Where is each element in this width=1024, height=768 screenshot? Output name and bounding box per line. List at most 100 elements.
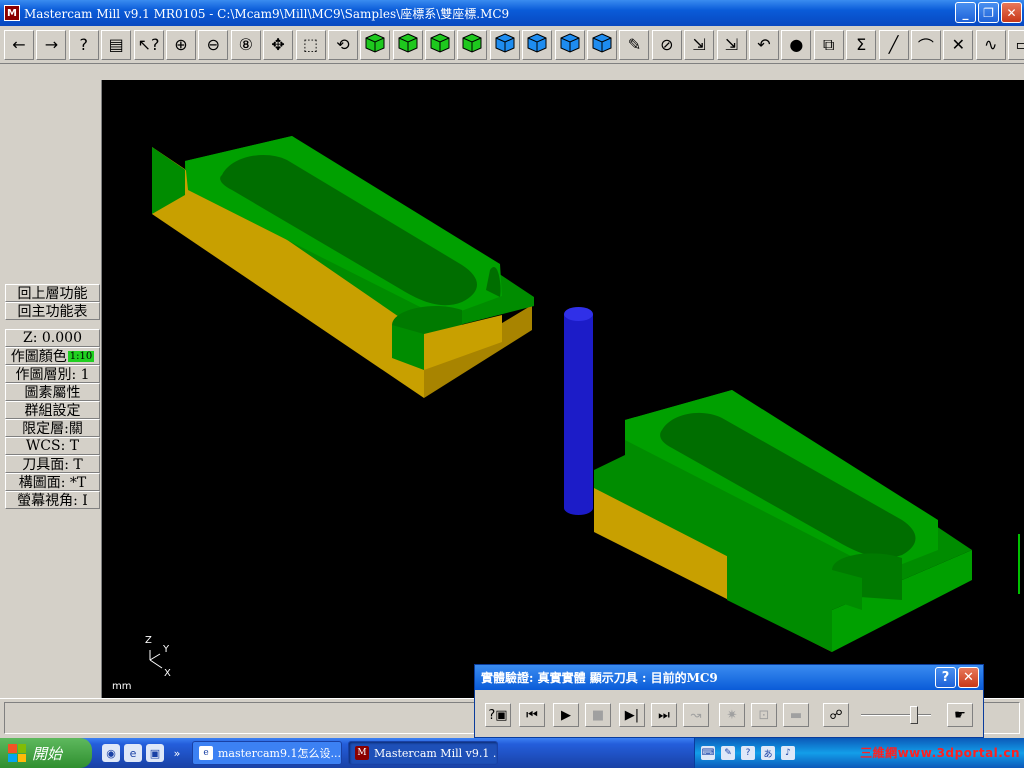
- walk-button[interactable]: ☍: [823, 703, 849, 727]
- cplane-top-button[interactable]: [489, 29, 520, 60]
- rectangle-button[interactable]: ▭: [1008, 29, 1024, 60]
- menu-back-button[interactable]: 回上層功能: [5, 284, 100, 302]
- rotate-icon: ⟲: [336, 35, 350, 54]
- verify-dialog-title: 實體驗證: 真實實體 顯示刀具 : 目前的MC9: [475, 665, 983, 690]
- prev-menu-button[interactable]: ←: [4, 29, 34, 60]
- view-iso-button[interactable]: [457, 29, 488, 60]
- fast-forward-button[interactable]: ⏭: [651, 703, 677, 727]
- task-browser[interactable]: e mastercam9.1怎么设...: [192, 741, 342, 765]
- graphics-viewport[interactable]: Z Y X mm: [102, 80, 1024, 698]
- xform-color-button[interactable]: ⇲: [716, 29, 747, 60]
- restore-button[interactable]: ❐: [978, 2, 999, 23]
- help-tray-icon[interactable]: ?: [741, 746, 755, 760]
- tplane-button[interactable]: 刀具面: T: [5, 455, 100, 473]
- cplane-side-button[interactable]: [554, 29, 585, 60]
- delete-icon: ⊘: [660, 35, 674, 54]
- model-canvas: Z Y X: [145, 136, 972, 679]
- options-button[interactable]: ?▣: [485, 703, 511, 727]
- fit-icon: ⬚: [302, 35, 319, 54]
- unzoom-button[interactable]: ⊖: [198, 29, 229, 60]
- desktop-icon[interactable]: ▣: [146, 744, 164, 762]
- sum-button[interactable]: Σ: [846, 29, 877, 60]
- calculator-button[interactable]: ▤: [101, 29, 132, 60]
- analyze-button[interactable]: ↖?: [133, 29, 164, 60]
- close-button[interactable]: ✕: [1001, 2, 1022, 23]
- workpiece-left: [152, 136, 534, 398]
- delete-button[interactable]: ⊘: [651, 29, 682, 60]
- group-button[interactable]: ⧉: [813, 29, 844, 60]
- messenger-icon[interactable]: ◉: [102, 744, 120, 762]
- undo-button[interactable]: ↶: [748, 29, 779, 60]
- sigma-icon: Σ: [856, 35, 867, 54]
- gview-button[interactable]: 螢幕視角: I: [5, 491, 100, 509]
- view-side-button[interactable]: [425, 29, 456, 60]
- xform-button[interactable]: ⇲: [684, 29, 715, 60]
- zoom-dialog-button[interactable]: ⊡: [751, 703, 777, 727]
- cplane-cube-top-icon: [494, 32, 516, 58]
- window-title: Mastercam Mill v9.1 MR0105 - C:\Mcam9\Mi…: [24, 6, 510, 21]
- axis-x-label: X: [164, 668, 171, 679]
- spline-button[interactable]: ∿: [975, 29, 1006, 60]
- z-depth-button[interactable]: Z: 0.000: [5, 329, 100, 347]
- eraser-icon: ✎: [627, 35, 642, 54]
- view-top-button[interactable]: [360, 29, 391, 60]
- zoom-8-button[interactable]: ⑧: [230, 29, 261, 60]
- screen-clear-button[interactable]: ✎: [619, 29, 650, 60]
- play-button[interactable]: ▶: [553, 703, 579, 727]
- groups-button[interactable]: 群組設定: [5, 401, 100, 419]
- rectangle-icon: ▭: [1015, 35, 1024, 54]
- collision-button[interactable]: ✷: [719, 703, 745, 727]
- browser-icon[interactable]: e: [124, 744, 142, 762]
- shade-button[interactable]: ●: [781, 29, 812, 60]
- arc-button[interactable]: ⌒: [910, 29, 941, 60]
- mask-button[interactable]: 限定層:關: [5, 419, 100, 437]
- start-button[interactable]: 開始: [0, 738, 92, 768]
- unzoom-icon: ⊖: [206, 35, 221, 54]
- color-button[interactable]: 作圖顏色 1:10: [5, 347, 100, 365]
- menu-main-button[interactable]: 回主功能表: [5, 302, 100, 320]
- dialog-help-button[interactable]: ?: [935, 667, 956, 688]
- line-icon: ╱: [888, 35, 899, 54]
- rewind-button[interactable]: ⏮: [519, 703, 545, 727]
- fit-button[interactable]: ⬚: [295, 29, 326, 60]
- view-front-button[interactable]: [392, 29, 423, 60]
- view-cube-front-icon: [397, 32, 419, 58]
- cplane-3d-button[interactable]: [587, 29, 618, 60]
- quick-launch: ◉ e ▣ »: [102, 744, 186, 762]
- task-mastercam[interactable]: M Mastercam Mill v9.1 ...: [348, 741, 498, 765]
- line-button[interactable]: ╱: [878, 29, 909, 60]
- pan-button[interactable]: ✥: [263, 29, 294, 60]
- speed-slider-track[interactable]: [861, 714, 931, 716]
- fillet-button[interactable]: ✕: [943, 29, 974, 60]
- minimize-button[interactable]: _: [955, 2, 976, 23]
- units-label: mm: [112, 681, 132, 692]
- cplane-button[interactable]: 構圖面: *T: [5, 473, 100, 491]
- speed-button[interactable]: ☛: [947, 703, 973, 727]
- zoom-button[interactable]: ⊕: [165, 29, 196, 60]
- mastercam-app-icon[interactable]: M: [4, 5, 20, 21]
- ime-icon[interactable]: あ: [761, 746, 775, 760]
- help-button[interactable]: ?: [68, 29, 99, 60]
- pan-icon: ✥: [271, 35, 285, 54]
- cplane-front-button[interactable]: [522, 29, 553, 60]
- next-menu-button[interactable]: →: [36, 29, 67, 60]
- pen-icon[interactable]: ✎: [721, 746, 735, 760]
- level-button[interactable]: 作圖層別: 1: [5, 365, 100, 383]
- attributes-button[interactable]: 圖素屬性: [5, 383, 100, 401]
- keyboard-icon[interactable]: ⌨: [701, 746, 715, 760]
- speed-slider-thumb[interactable]: [909, 706, 918, 724]
- verify-dialog: 實體驗證: 真實實體 顯示刀具 : 目前的MC9 ? ✕ ?▣ ⏮ ▶ ■ ▶| ⏭ ↝ ✷ ⊡…: [474, 664, 984, 738]
- folder-button[interactable]: ▬: [783, 703, 809, 727]
- axis-indicator: [149, 650, 163, 669]
- main-menu-panel: 回上層功能 回主功能表 Z: 0.000 作圖顏色 1:10 作圖層別: 1 圖素…: [0, 80, 102, 698]
- rotate-button[interactable]: ⟲: [327, 29, 358, 60]
- dialog-close-button[interactable]: ✕: [958, 667, 979, 688]
- wcs-button[interactable]: WCS: T: [5, 437, 100, 455]
- stop-button[interactable]: ■: [585, 703, 611, 727]
- volume-icon[interactable]: ♪: [781, 746, 795, 760]
- more-icon[interactable]: »: [168, 744, 186, 762]
- mastercam-window: M Mastercam Mill v9.1 MR0105 - C:\Mcam9\…: [0, 0, 1024, 768]
- toolpath-button[interactable]: ↝: [683, 703, 709, 727]
- axis-y-label: Y: [162, 644, 170, 655]
- step-button[interactable]: ▶|: [619, 703, 645, 727]
